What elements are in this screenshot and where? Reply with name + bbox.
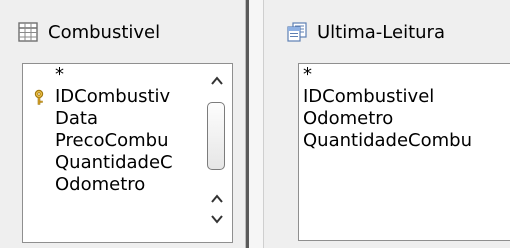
- field-item[interactable]: *: [299, 64, 312, 86]
- canvas-gap: [249, 0, 263, 248]
- field-item[interactable]: IDCombustivel: [299, 86, 434, 108]
- field-item[interactable]: Odometro: [23, 174, 145, 196]
- table-window-combustivel[interactable]: Combustivel * IDCombustiv Data PrecoComb…: [0, 0, 246, 248]
- field-item[interactable]: QuantidadeC: [23, 152, 173, 174]
- table-icon: [18, 22, 38, 42]
- field-item[interactable]: IDCombustiv: [23, 86, 170, 108]
- field-item[interactable]: QuantidadeCombu: [299, 130, 472, 152]
- scroll-down-button[interactable]: [208, 210, 226, 228]
- chevron-up-icon: [211, 194, 223, 203]
- query-icon: [287, 22, 307, 42]
- field-item[interactable]: Odometro: [299, 108, 393, 130]
- primary-key-icon: [34, 89, 44, 105]
- scroll-up-button[interactable]: [208, 72, 226, 90]
- field-item[interactable]: PrecoCombu: [23, 130, 168, 152]
- scroll-thumb[interactable]: [207, 102, 225, 170]
- field-item[interactable]: *: [23, 64, 64, 86]
- scroll-up-button-lower[interactable]: [208, 190, 226, 208]
- table-title: Combustivel: [48, 21, 161, 43]
- field-list[interactable]: * IDCombustivel Odometro QuantidadeCombu: [298, 63, 510, 241]
- table-window-title[interactable]: Combustivel: [18, 18, 160, 46]
- vertical-scrollbar[interactable]: [202, 64, 232, 242]
- table-window-ultima-leitura[interactable]: Ultima-Leitura * IDCombustivel Odometro …: [263, 0, 510, 248]
- field-list[interactable]: * IDCombustiv Data PrecoCombu Quantidade…: [22, 63, 233, 243]
- table-title: Ultima-Leitura: [317, 21, 445, 43]
- field-item[interactable]: Data: [23, 108, 98, 130]
- chevron-up-icon: [211, 76, 223, 85]
- chevron-down-icon: [211, 215, 223, 224]
- table-window-title[interactable]: Ultima-Leitura: [287, 18, 445, 46]
